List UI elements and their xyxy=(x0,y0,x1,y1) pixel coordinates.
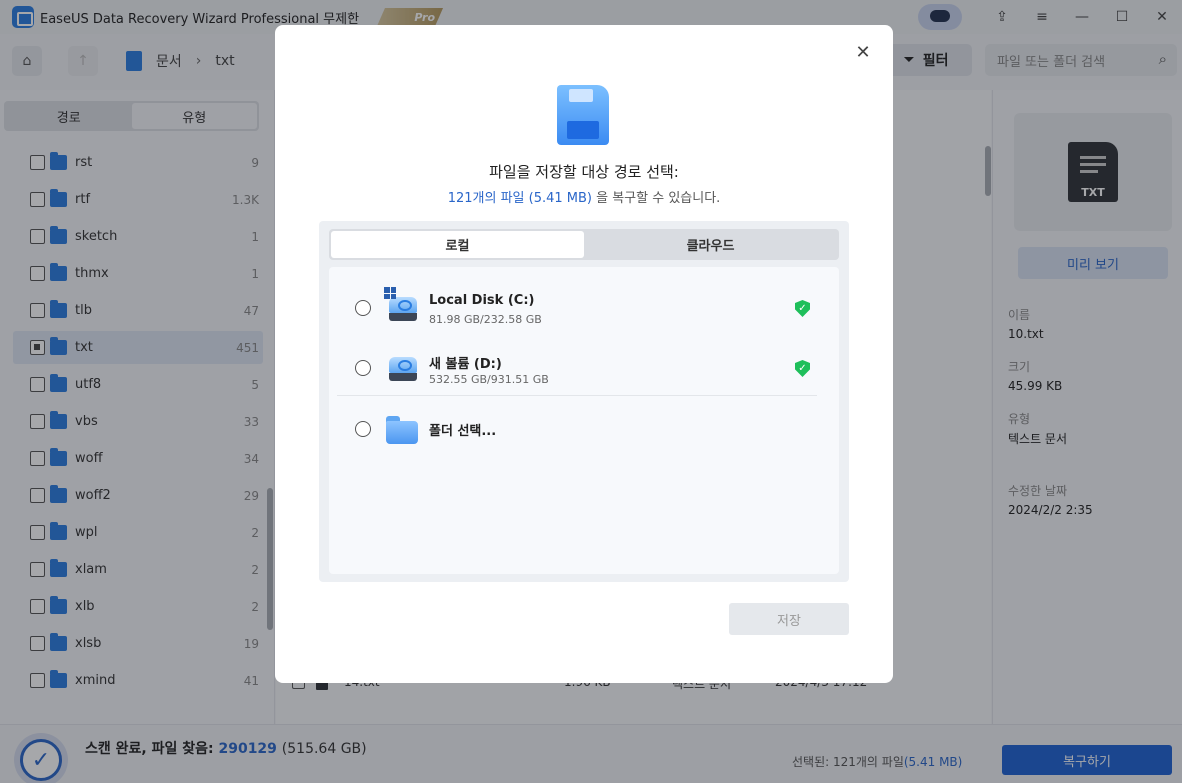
drive-option-c[interactable]: Local Disk (C:) 81.98 GB/232.58 GB ✓ xyxy=(329,279,839,335)
drive-size: 81.98 GB/232.58 GB xyxy=(429,313,542,326)
save-disk-icon xyxy=(557,85,609,145)
radio-button[interactable] xyxy=(355,300,371,316)
tab-local[interactable]: 로컬 xyxy=(331,231,584,258)
drive-list: Local Disk (C:) 81.98 GB/232.58 GB ✓ 새 볼… xyxy=(329,267,839,574)
destination-tabs: 로컬 클라우드 xyxy=(329,229,839,260)
shield-check-icon: ✓ xyxy=(795,360,810,377)
system-drive-icon xyxy=(384,287,417,323)
shield-check-icon: ✓ xyxy=(795,300,810,317)
folder-select-label: 폴더 선택... xyxy=(429,424,497,439)
subtitle-text: 을 복구할 수 있습니다. xyxy=(591,191,721,206)
drive-name: Local Disk (C:) xyxy=(429,293,535,308)
dialog-title: 파일을 저장할 대상 경로 선택: xyxy=(489,163,679,181)
drive-icon xyxy=(389,357,417,383)
save-location-dialog: ✕ 파일을 저장할 대상 경로 선택: 121개의 파일 (5.41 MB) 을… xyxy=(275,25,893,683)
divider xyxy=(337,395,817,396)
drive-name: 새 볼륨 (D:) xyxy=(429,357,502,372)
dialog-subtitle: 121개의 파일 (5.41 MB) 을 복구할 수 있습니다. xyxy=(275,187,893,206)
windows-logo-icon xyxy=(384,287,396,299)
save-button[interactable]: 저장 xyxy=(729,603,849,635)
destination-panel: 로컬 클라우드 Local Disk (C:) 81.98 GB/232.58 … xyxy=(319,221,849,582)
drive-option-d[interactable]: 새 볼륨 (D:) 532.55 GB/931.51 GB ✓ xyxy=(329,339,839,395)
radio-button[interactable] xyxy=(355,360,371,376)
drive-size: 532.55 GB/931.51 GB xyxy=(429,373,549,386)
subtitle-file-count: 121개의 파일 (5.41 MB) xyxy=(447,191,592,206)
tab-cloud[interactable]: 클라우드 xyxy=(584,231,837,258)
folder-icon xyxy=(386,416,418,444)
folder-select-option[interactable]: 폴더 선택... xyxy=(329,400,839,456)
close-icon[interactable]: ✕ xyxy=(853,43,873,63)
radio-button[interactable] xyxy=(355,421,371,437)
